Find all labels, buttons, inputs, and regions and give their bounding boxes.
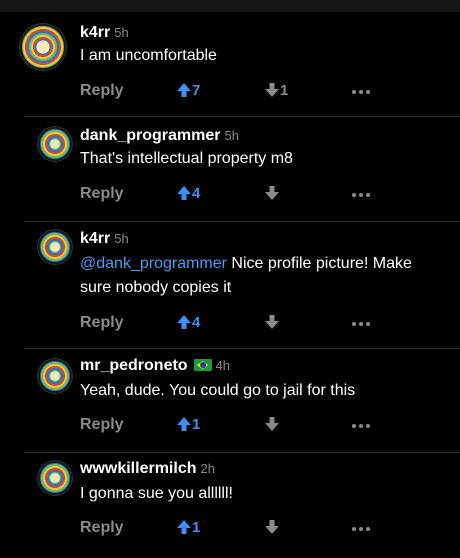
comment-2: dank_programmer 5h That's intellectual pr… [0,117,460,221]
upvote-count: 4 [192,314,201,331]
reply-button[interactable]: Reply [80,185,124,203]
timestamp: 2h [200,461,215,476]
comment-actions: Reply 4 [80,314,380,334]
avatar[interactable] [38,230,72,264]
comment-text: I am uncomfortable [80,47,217,64]
timestamp: 5h [114,231,129,246]
avatar[interactable] [20,24,66,70]
username[interactable]: dank_programmer [80,127,221,144]
more-options-icon[interactable] [352,527,372,531]
arrow-up-icon [177,83,191,97]
arrow-down-icon [265,315,279,329]
upvote-button[interactable]: 7 [176,82,200,99]
avatar[interactable] [38,127,72,161]
downvote-button[interactable]: 1 [264,82,288,99]
more-options-icon[interactable] [352,424,372,428]
comment-actions: Reply 1 [80,519,380,539]
arrow-up-icon [177,186,191,200]
comment-header: dank_programmer 5h [80,127,239,145]
upvote-button[interactable]: 4 [176,185,200,202]
arrow-up-icon [177,520,191,534]
upvote-count: 4 [192,185,201,202]
comment-text: Yeah, dude. You could go to jail for thi… [80,382,356,399]
avatar[interactable] [38,359,72,393]
brazil-flag-icon [193,359,212,371]
comment-header: k4rr 5h [80,230,129,248]
downvote-button[interactable] [264,519,280,536]
more-options-icon[interactable] [352,322,372,326]
username[interactable]: mr_pedroneto [80,357,188,374]
avatar[interactable] [38,461,72,495]
timestamp: 5h [114,25,129,40]
upvote-count: 1 [192,519,201,536]
comment-text: That's intellectual property m8 [80,150,293,167]
arrow-down-icon [265,83,279,97]
username[interactable]: k4rr [80,230,110,247]
comment-header: wwwkillermilch 2h [80,460,215,478]
downvote-count: 1 [280,82,289,99]
comment-5: wwwkillermilch 2h I gonna sue you allllll… [0,453,460,558]
comment-text: I gonna sue you allllll! [80,485,233,502]
more-options-icon[interactable] [352,90,372,94]
timestamp: 4h [215,358,231,373]
reply-button[interactable]: Reply [80,416,124,434]
comment-3: k4rr 5h @dank_programmer Nice profile pic… [0,222,460,348]
more-options-icon[interactable] [352,193,372,197]
comment-actions: Reply 7 1 [80,82,380,102]
upvote-button[interactable]: 1 [176,416,200,433]
upvote-button[interactable]: 1 [176,519,200,536]
username[interactable]: wwwkillermilch [80,460,196,477]
arrow-up-icon [177,315,191,329]
downvote-button[interactable] [264,314,280,331]
user-mention-link[interactable]: @dank_programmer [80,255,227,272]
arrow-down-icon [265,417,279,431]
reply-button[interactable]: Reply [80,519,124,537]
timestamp: 5h [224,128,239,143]
username[interactable]: k4rr [80,24,110,41]
downvote-button[interactable] [264,416,280,433]
upvote-count: 7 [192,82,201,99]
upvote-button[interactable]: 4 [176,314,200,331]
upvote-count: 1 [192,416,201,433]
comment-header: k4rr 5h [80,24,129,42]
reply-button[interactable]: Reply [80,82,124,100]
reply-button[interactable]: Reply [80,314,124,332]
comment-actions: Reply 1 [80,416,380,436]
comment-header: mr_pedroneto 4h [80,357,230,375]
arrow-down-icon [265,186,279,200]
comment-4: mr_pedroneto 4h Yeah, dude. You could go … [0,349,460,453]
arrow-down-icon [265,520,279,534]
comment-1: k4rr 5h I am uncomfortable Reply 7 1 [0,0,460,115]
comment-text: @dank_programmer Nice profile picture! M… [80,252,430,300]
arrow-up-icon [177,417,191,431]
comment-actions: Reply 4 [80,185,380,205]
downvote-button[interactable] [264,185,280,202]
